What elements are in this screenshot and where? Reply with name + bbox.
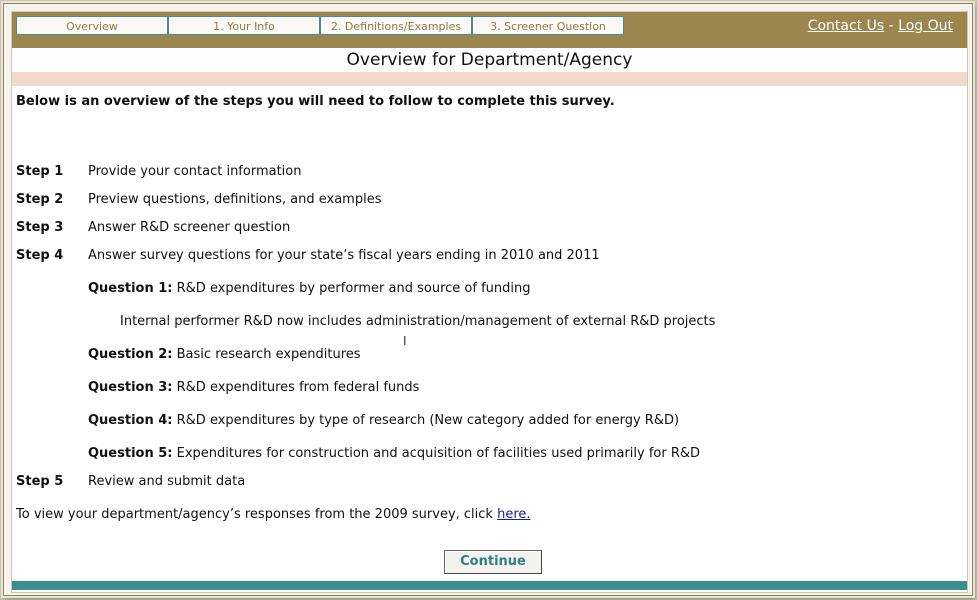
question-text: Expenditures for construction and acquis… (176, 446, 701, 461)
header-link-separator: - (888, 18, 894, 34)
question1-note: Internal performer R&D now includes admi… (120, 314, 716, 329)
title-divider-band (12, 72, 967, 86)
tab-screener-question[interactable]: 3. Screener Question (472, 16, 624, 35)
step-label: Step 5 (16, 474, 64, 489)
window-frame: Overview 1. Your Info 2. Definitions/Exa… (3, 3, 973, 596)
question-text: R&D expenditures by type of research (Ne… (176, 413, 680, 428)
question-label: Question 1: (88, 281, 173, 296)
question-text: R&D expenditures by performer and source… (176, 281, 531, 296)
question-label: Question 4: (88, 413, 173, 428)
step-label: Step 1 (16, 164, 64, 179)
step-text: Answer R&D screener question (88, 220, 291, 235)
log-out-link[interactable]: Log Out (898, 18, 953, 34)
overview-content: Below is an overview of the steps you wi… (16, 94, 956, 574)
survey-panel: Overview 1. Your Info 2. Definitions/Exa… (11, 11, 968, 593)
tab-overview[interactable]: Overview (16, 16, 168, 35)
header-links: Contact Us - Log Out (808, 18, 953, 34)
contact-us-link[interactable]: Contact Us (808, 18, 884, 34)
question-label: Question 5: (88, 446, 173, 461)
step-tabs: Overview 1. Your Info 2. Definitions/Exa… (16, 16, 624, 35)
step-text: Preview questions, definitions, and exam… (88, 192, 382, 207)
question-text: Basic research expenditures (176, 347, 361, 362)
question-label: Question 2: (88, 347, 173, 362)
intro-text: Below is an overview of the steps you wi… (16, 94, 615, 109)
header-bar: Overview 1. Your Info 2. Definitions/Exa… (12, 12, 967, 48)
step-text: Answer survey questions for your state’s… (88, 248, 600, 263)
tab-definitions-examples[interactable]: 2. Definitions/Examples (320, 16, 472, 35)
continue-button[interactable]: Continue (444, 550, 542, 574)
text-cursor-icon: I (403, 334, 407, 348)
question-text: R&D expenditures from federal funds (176, 380, 420, 395)
step-label: Step 4 (16, 248, 64, 263)
previous-responses-text: To view your department/agency’s respons… (16, 507, 498, 522)
page-title: Overview for Department/Agency (346, 50, 633, 70)
step-text: Review and submit data (88, 474, 246, 489)
step-text: Provide your contact information (88, 164, 302, 179)
tab-your-info[interactable]: 1. Your Info (168, 16, 320, 35)
previous-responses-link[interactable]: here. (497, 507, 530, 522)
footer-bar (12, 581, 967, 590)
step-label: Step 3 (16, 220, 64, 235)
previous-responses-line: To view your department/agency’s respons… (16, 507, 531, 522)
step-label: Step 2 (16, 192, 64, 207)
question-label: Question 3: (88, 380, 173, 395)
